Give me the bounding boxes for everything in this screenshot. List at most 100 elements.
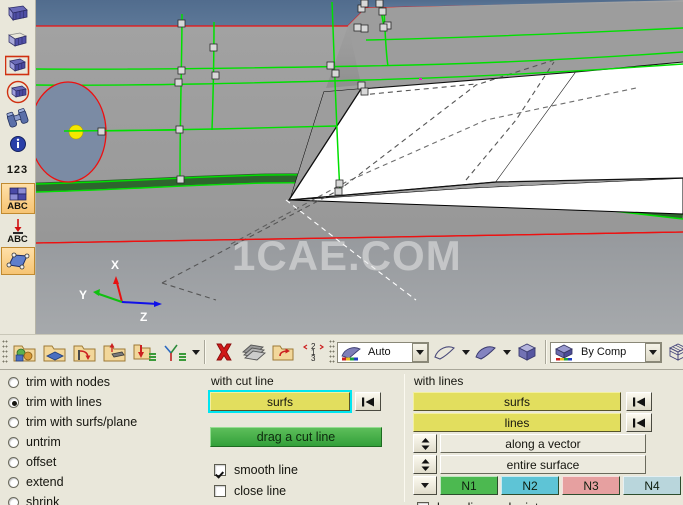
graphics-view[interactable]: 1CAE.COM X Y Z bbox=[36, 0, 683, 334]
cut-line-surfs-row: surfs bbox=[208, 390, 400, 413]
radio-extend[interactable]: extend bbox=[4, 472, 204, 492]
binoculars-icon[interactable] bbox=[1, 105, 35, 130]
with-lines-title: with lines bbox=[414, 374, 464, 388]
color-display-mode[interactable]: By Comp bbox=[550, 341, 662, 363]
checkbox-keep-line-endpoints[interactable]: keep line endpoints bbox=[413, 497, 681, 505]
svg-text:3: 3 bbox=[311, 354, 316, 363]
collector-dropdown-arrow[interactable] bbox=[190, 339, 201, 365]
mesh-selected-icon[interactable] bbox=[0, 53, 35, 78]
node-buttons-row: N1 N2 N3 N4 bbox=[413, 476, 681, 495]
with-lines-surfs-button[interactable]: surfs bbox=[413, 392, 621, 411]
numbers-icon-text: 123 bbox=[6, 163, 29, 176]
radio-label: trim with surfs/plane bbox=[26, 415, 138, 429]
surface-edit-panel: trim with nodes trim with lines trim wit… bbox=[0, 370, 683, 505]
surface-shaded2-icon[interactable] bbox=[471, 337, 501, 367]
radio-indicator bbox=[8, 476, 19, 488]
with-lines-lines-button[interactable]: lines bbox=[413, 413, 621, 432]
info-icon[interactable] bbox=[1, 131, 35, 156]
beamsection-collector-icon[interactable] bbox=[160, 337, 190, 367]
mesh-lines-cube-icon[interactable] bbox=[663, 337, 683, 367]
left-toolbar: 123 ABC ABC bbox=[0, 0, 36, 334]
assembly-collector-icon[interactable] bbox=[40, 337, 70, 367]
with-lines-surfs-row: surfs bbox=[413, 392, 681, 411]
surface-wire-dropdown-arrow[interactable] bbox=[460, 339, 471, 365]
drag-a-cut-line-button[interactable]: drag a cut line bbox=[210, 427, 382, 447]
node-button-n2[interactable]: N2 bbox=[501, 476, 559, 495]
organize-icon[interactable] bbox=[239, 337, 269, 367]
checkbox-label: keep line endpoints bbox=[437, 501, 545, 505]
delete-icon[interactable] bbox=[209, 337, 239, 367]
radio-indicator bbox=[8, 496, 19, 505]
rename-icon[interactable] bbox=[269, 337, 299, 367]
with-lines-surfs-rewind-button[interactable] bbox=[626, 392, 652, 411]
toolbar-separator-2 bbox=[545, 340, 547, 364]
geometry-mode-arrow[interactable] bbox=[412, 342, 428, 362]
checkbox-indicator bbox=[417, 501, 429, 505]
checkbox-smooth-line[interactable]: smooth line bbox=[210, 459, 400, 480]
entire-surface-field[interactable]: entire surface bbox=[440, 455, 646, 474]
node-button-n3[interactable]: N3 bbox=[562, 476, 620, 495]
with-cut-line-group: with cut line surfs drag a cut line smoo… bbox=[208, 372, 400, 501]
mesh-shaded-icon[interactable] bbox=[1, 1, 35, 26]
checkbox-indicator bbox=[214, 463, 226, 476]
system-collector-icon[interactable] bbox=[100, 337, 130, 367]
entire-surface-spinner[interactable] bbox=[413, 455, 437, 474]
radio-label: shrink bbox=[26, 495, 60, 505]
radio-trim-with-lines[interactable]: trim with lines bbox=[4, 392, 204, 412]
checkbox-close-line[interactable]: close line bbox=[210, 480, 400, 501]
radio-indicator bbox=[8, 396, 19, 408]
along-a-vector-field[interactable]: along a vector bbox=[440, 434, 646, 453]
node-button-n1[interactable]: N1 bbox=[440, 476, 498, 495]
toolbar-grip[interactable] bbox=[2, 339, 8, 365]
mesh-wire-icon[interactable] bbox=[1, 27, 35, 52]
axis-label-y: Y bbox=[79, 288, 88, 302]
mesh-abc-icon[interactable]: ABC bbox=[0, 183, 35, 214]
node-button-n4[interactable]: N4 bbox=[623, 476, 681, 495]
with-lines-lines-row: lines bbox=[413, 413, 681, 432]
toolbar-separator-1 bbox=[204, 340, 206, 364]
geometry-display-mode[interactable]: Auto bbox=[337, 341, 429, 363]
radio-untrim[interactable]: untrim bbox=[4, 432, 204, 452]
radio-indicator bbox=[8, 376, 19, 388]
numbers-icon[interactable]: 123 bbox=[1, 157, 35, 182]
radio-label: untrim bbox=[26, 435, 61, 449]
cut-line-surfs-button[interactable]: surfs bbox=[208, 390, 352, 413]
radio-shrink[interactable]: shrink bbox=[4, 492, 204, 505]
radio-trim-with-nodes[interactable]: trim with nodes bbox=[4, 372, 204, 392]
axis-label-x: X bbox=[111, 258, 120, 272]
radio-indicator bbox=[8, 456, 19, 468]
along-a-vector-row: along a vector bbox=[413, 434, 681, 453]
radio-label: offset bbox=[26, 455, 57, 469]
with-cut-line-title: with cut line bbox=[211, 374, 274, 388]
renumber-icon[interactable]: 2 1 3 bbox=[299, 337, 329, 367]
surface-shaded-icon bbox=[338, 344, 362, 361]
with-lines-lines-rewind-button[interactable] bbox=[626, 413, 652, 432]
solid-cube-icon[interactable] bbox=[512, 337, 542, 367]
mesh-circle-icon[interactable] bbox=[1, 79, 35, 104]
checkbox-label: close line bbox=[234, 483, 287, 498]
surface-patch-icon[interactable] bbox=[0, 247, 35, 275]
geometry-mode-label: Auto bbox=[368, 346, 391, 358]
toolbar-grip-2[interactable] bbox=[329, 339, 335, 365]
load-collector-icon[interactable] bbox=[70, 337, 100, 367]
marker-abc-icon[interactable]: ABC bbox=[1, 215, 35, 246]
main-toolbar: 2 1 3 Auto By Comp bbox=[0, 334, 683, 370]
component-collector-icon[interactable] bbox=[10, 337, 40, 367]
radio-label: trim with nodes bbox=[26, 375, 111, 389]
checkbox-label: smooth line bbox=[234, 462, 298, 477]
mesh-abc-icon-text: ABC bbox=[7, 200, 28, 212]
node-mode-dropdown[interactable] bbox=[413, 476, 437, 495]
surface-wire-icon[interactable] bbox=[430, 337, 460, 367]
vector-collector-icon[interactable] bbox=[130, 337, 160, 367]
radio-trim-with-surfs-plane[interactable]: trim with surfs/plane bbox=[4, 412, 204, 432]
radio-label: trim with lines bbox=[26, 395, 102, 409]
color-mode-label: By Comp bbox=[581, 346, 627, 358]
radio-indicator bbox=[8, 436, 19, 448]
radio-offset[interactable]: offset bbox=[4, 452, 204, 472]
surface-shaded-dropdown-arrow[interactable] bbox=[501, 339, 512, 365]
panel-divider bbox=[404, 374, 405, 502]
along-a-vector-spinner[interactable] bbox=[413, 434, 437, 453]
color-mode-arrow[interactable] bbox=[645, 342, 661, 362]
with-lines-group: with lines surfs lines along a vector en… bbox=[413, 372, 681, 505]
cut-line-surfs-rewind-button[interactable] bbox=[355, 392, 381, 411]
